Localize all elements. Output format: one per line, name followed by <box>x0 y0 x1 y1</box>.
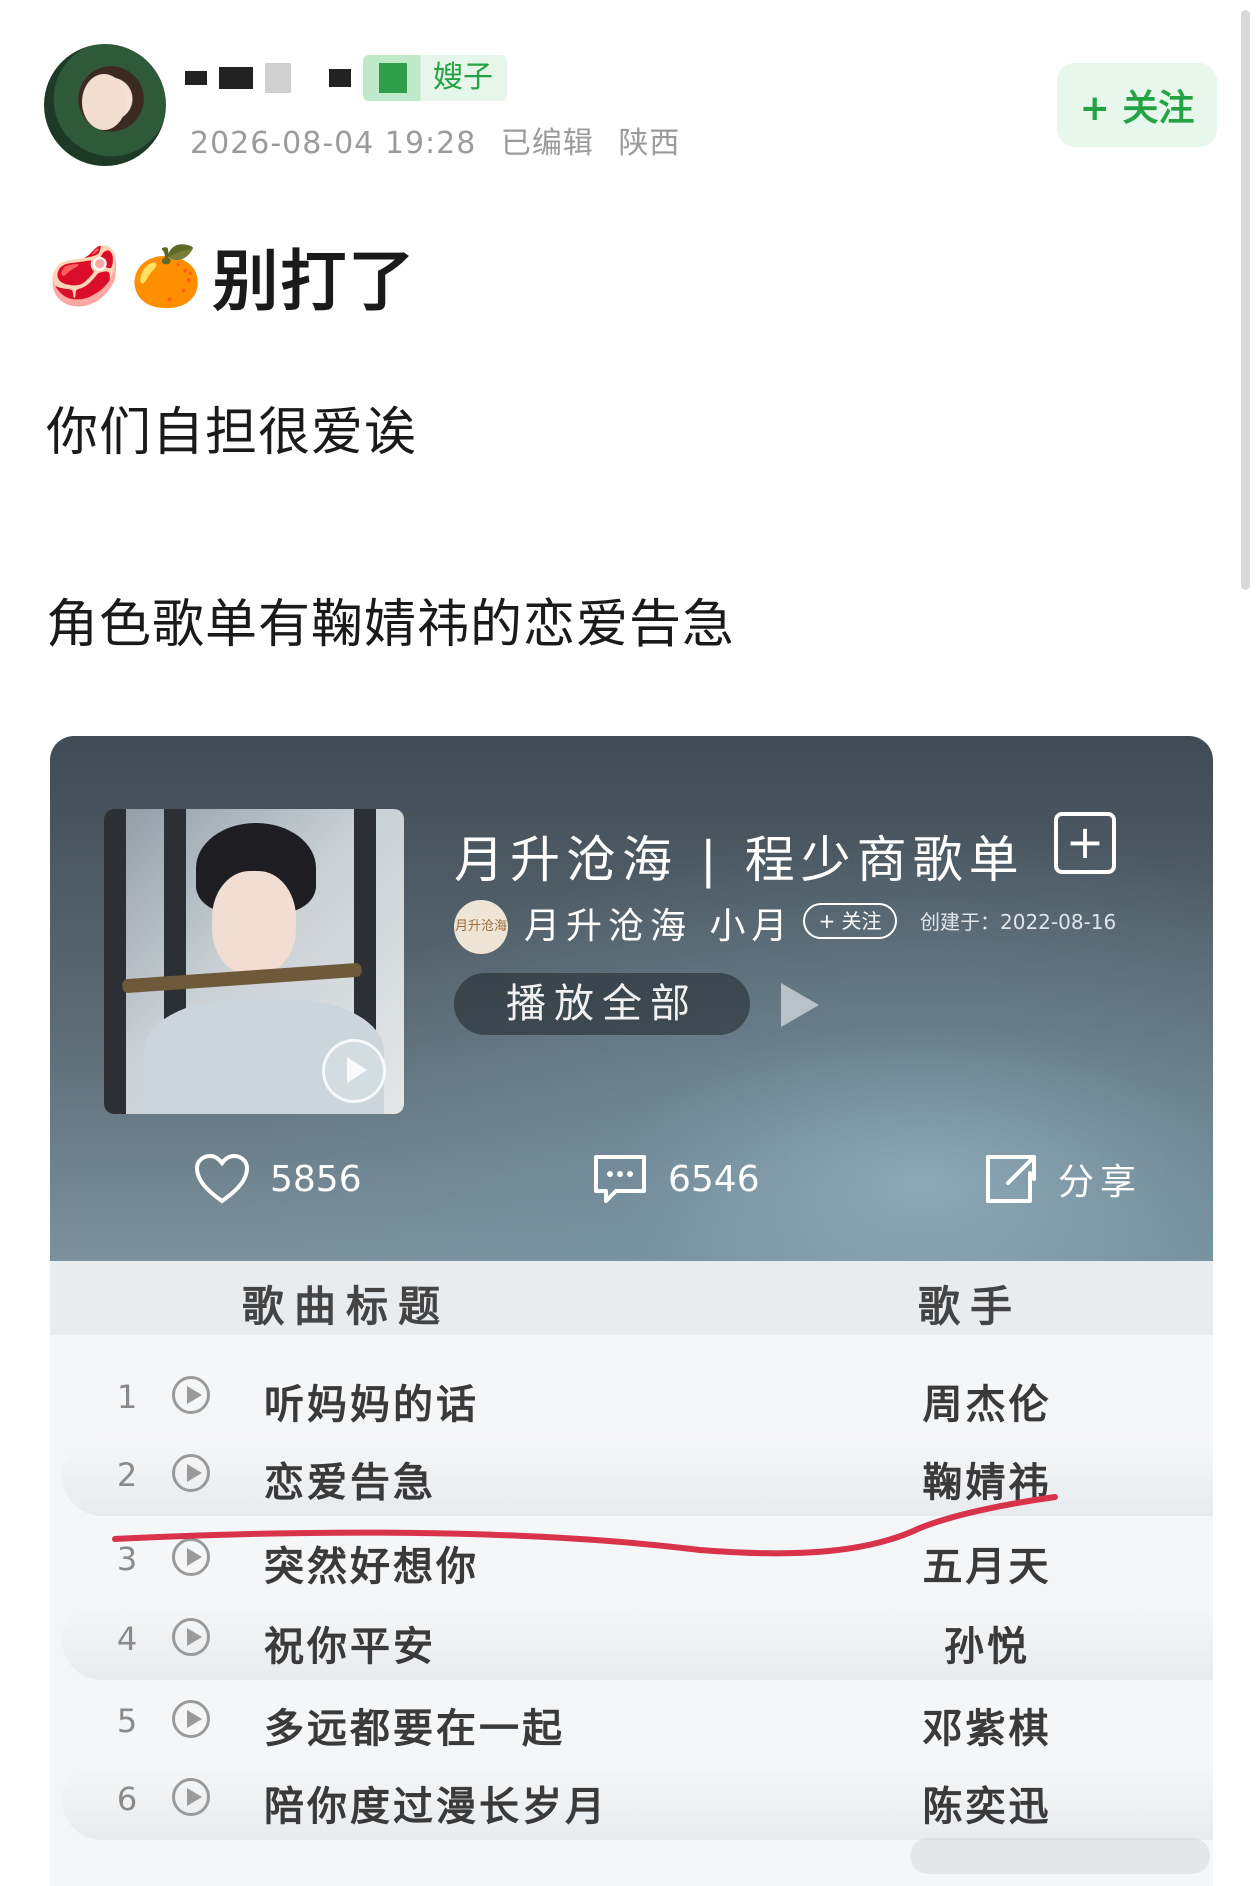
song-artist: 五月天 <box>922 1544 1052 1590</box>
song-number: 4 <box>116 1620 138 1658</box>
play-arrow-icon[interactable] <box>781 983 819 1027</box>
play-icon[interactable] <box>172 1618 210 1656</box>
like-stat[interactable]: 5856 <box>194 1151 362 1207</box>
play-icon[interactable] <box>172 1376 210 1414</box>
play-icon[interactable] <box>172 1700 210 1738</box>
play-icon[interactable] <box>172 1538 210 1576</box>
song-row[interactable]: 4 祝你平安 孙悦 <box>62 1600 1213 1680</box>
share-label: 分享 <box>1058 1162 1143 1203</box>
scrollbar[interactable] <box>1241 10 1250 590</box>
post-meta: 2026-08-04 19:28 已编辑 陕西 <box>190 118 680 162</box>
watermark <box>910 1838 1210 1874</box>
song-title: 恋爱告急 <box>264 1460 436 1506</box>
author-name-suffix: 嫂子 <box>363 55 507 101</box>
post-title-text: 别打了 <box>212 243 417 320</box>
redacted-block <box>185 71 207 85</box>
column-artist: 歌手 <box>918 1282 1023 1331</box>
orange-emoji-icon: 🍊 <box>130 242 203 310</box>
song-number: 5 <box>116 1702 138 1740</box>
post-line-1: 你们自担很爱诶 <box>46 403 418 463</box>
location: 陕西 <box>618 126 681 161</box>
play-icon[interactable] <box>172 1454 210 1492</box>
plus-square-icon[interactable]: + <box>1054 812 1116 874</box>
share-stat[interactable]: 分享 <box>982 1151 1142 1207</box>
post-title: 🥩 🍊 别打了 <box>48 228 416 324</box>
song-row[interactable]: 5 多远都要在一起 邓紫棋 <box>50 1682 1213 1762</box>
playlist-hero: 月升沧海 | 程少商歌单 + 月升沧海 月升沧海 小月 + 关注 创建于：202… <box>50 736 1213 1261</box>
redacted-block <box>265 63 291 93</box>
column-song-title: 歌曲标题 <box>242 1282 451 1331</box>
avatar[interactable] <box>44 44 166 166</box>
song-number: 1 <box>116 1378 138 1416</box>
comment-count: 6546 <box>668 1158 760 1200</box>
song-row[interactable]: 2 恋爱告急 鞠婧祎 <box>62 1436 1213 1516</box>
song-title: 多远都要在一起 <box>264 1706 565 1752</box>
playlist-title: 月升沧海 | 程少商歌单 <box>454 831 1025 889</box>
creator-avatar[interactable]: 月升沧海 <box>454 900 508 954</box>
creator-follow-button[interactable]: + 关注 <box>803 903 897 939</box>
timestamp: 2026-08-04 19:28 <box>190 126 477 161</box>
like-count: 5856 <box>270 1158 362 1200</box>
play-all-button[interactable]: 播放全部 <box>454 973 750 1035</box>
comment-icon[interactable] <box>592 1151 648 1207</box>
play-icon[interactable] <box>322 1039 386 1103</box>
song-artist: 周杰伦 <box>922 1382 1052 1428</box>
song-row[interactable]: 3 突然好想你 五月天 <box>50 1520 1213 1600</box>
redacted-block <box>219 67 253 89</box>
playlist-cover-image[interactable] <box>104 809 404 1114</box>
song-artist: 邓紫棋 <box>922 1706 1052 1752</box>
playlist-card[interactable]: 月升沧海 | 程少商歌单 + 月升沧海 月升沧海 小月 + 关注 创建于：202… <box>50 736 1213 1886</box>
redacted-block <box>329 69 351 87</box>
play-icon[interactable] <box>172 1778 210 1816</box>
song-table-header: 歌曲标题 歌手 <box>50 1261 1213 1335</box>
song-row[interactable]: 1 听妈妈的话 周杰伦 <box>50 1358 1213 1438</box>
follow-button[interactable]: + 关注 <box>1057 63 1217 147</box>
share-icon[interactable] <box>982 1151 1038 1207</box>
song-number: 3 <box>116 1540 138 1578</box>
song-title: 陪你度过漫长岁月 <box>264 1784 608 1830</box>
song-title: 突然好想你 <box>264 1544 479 1590</box>
song-artist: 陈奕迅 <box>922 1784 1052 1830</box>
author-name[interactable]: 嫂子 <box>185 52 507 104</box>
song-artist: 孙悦 <box>944 1624 1030 1670</box>
heart-icon[interactable] <box>194 1151 250 1207</box>
song-row[interactable]: 6 陪你度过漫长岁月 陈奕迅 <box>62 1760 1213 1840</box>
creator-name[interactable]: 月升沧海 小月 <box>524 900 793 954</box>
song-number: 2 <box>116 1456 138 1494</box>
edited-label: 已编辑 <box>500 126 594 161</box>
song-artist: 鞠婧祎 <box>922 1460 1052 1506</box>
song-number: 6 <box>116 1780 138 1818</box>
created-date: 创建于：2022-08-16 <box>920 910 1117 934</box>
meat-emoji-icon: 🥩 <box>48 242 121 310</box>
comment-stat[interactable]: 6546 <box>592 1151 760 1207</box>
post-line-2: 角色歌单有鞠婧祎的恋爱告急 <box>46 595 736 655</box>
song-title: 听妈妈的话 <box>264 1382 479 1428</box>
song-title: 祝你平安 <box>264 1624 436 1670</box>
